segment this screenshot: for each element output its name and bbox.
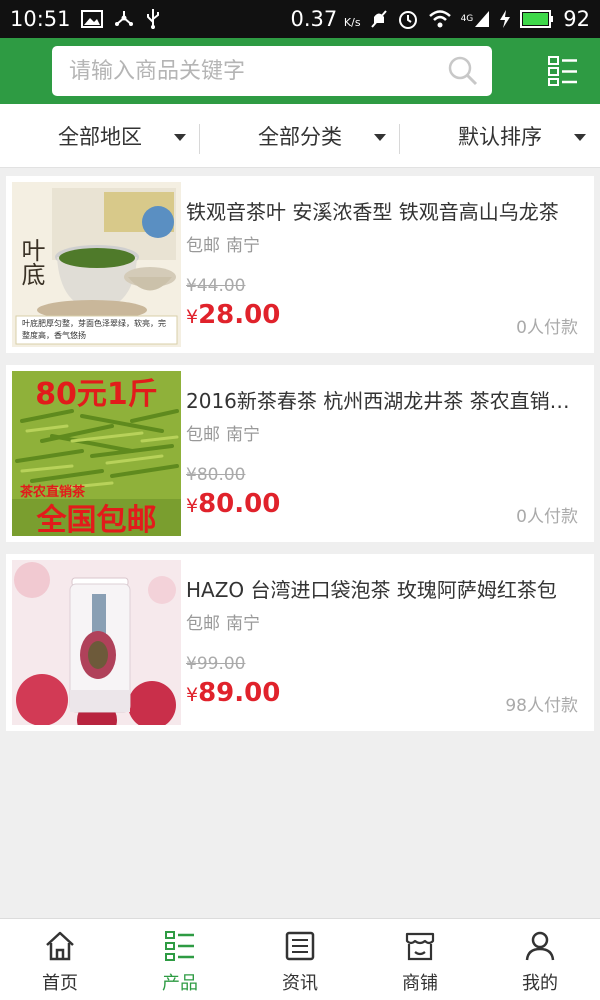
user-icon — [524, 929, 556, 963]
status-bar: 10:51 0.37 K/s 4G 92 — [0, 0, 600, 38]
sale-price: ¥89.00 — [186, 678, 280, 708]
net-speed-value: 0.37 — [290, 7, 338, 31]
tab-news[interactable]: 资讯 — [240, 919, 360, 1000]
battery-level: 92 — [563, 7, 590, 31]
sale-price: ¥28.00 — [186, 300, 280, 330]
bottom-tab-bar: 首页 产品 资讯 商铺 我的 — [0, 918, 600, 1000]
tab-news-label: 资讯 — [282, 973, 318, 994]
filter-bar: 全部地区 全部分类 默认排序 — [0, 104, 600, 168]
product-card[interactable]: 叶底 叶底肥厚匀整，芽面色泽翠绿，软亮，完整度高，香气悠扬 铁观音茶叶 安溪浓香… — [6, 176, 594, 353]
tab-profile[interactable]: 我的 — [480, 919, 600, 1000]
filter-region[interactable]: 全部地区 — [0, 104, 200, 167]
buyer-count: 0人付款 — [516, 318, 578, 338]
thumb-text: 叶底 — [17, 238, 45, 286]
search-input[interactable] — [69, 58, 429, 84]
wifi-icon — [428, 9, 452, 29]
gallery-icon — [80, 10, 103, 28]
signal-label: 4G — [460, 14, 474, 24]
app-header — [0, 38, 600, 104]
usb-icon — [145, 8, 161, 30]
shipping-label: 包邮 — [186, 236, 220, 256]
caret-down-icon — [374, 134, 386, 141]
share-icon — [113, 9, 135, 29]
filter-sort-label: 默认排序 — [458, 124, 542, 149]
tab-home[interactable]: 首页 — [0, 919, 120, 1000]
cellular-signal-icon: 4G — [461, 10, 491, 28]
product-name: 铁观音茶叶 安溪浓香型 铁观音高山乌龙茶 — [186, 200, 559, 224]
filter-region-label: 全部地区 — [58, 124, 142, 149]
shop-icon — [404, 929, 436, 963]
search-box[interactable] — [52, 46, 492, 96]
tab-products-label: 产品 — [162, 973, 198, 994]
news-icon — [284, 929, 316, 963]
mute-icon — [370, 9, 388, 29]
thumb-promo-top: 80元1斤 — [35, 377, 158, 412]
shipping-info: 包邮 南宁 — [186, 231, 260, 256]
buyer-count: 98人付款 — [505, 696, 578, 716]
alarm-icon — [397, 8, 419, 30]
shipping-info: 包邮 南宁 — [186, 420, 260, 445]
net-speed: 0.37 K/s — [290, 7, 360, 31]
battery-icon — [520, 10, 554, 28]
original-price: ¥80.00 — [186, 465, 246, 485]
product-image-tieguanyin: 叶底 叶底肥厚匀整，芽面色泽翠绿，软亮，完整度高，香气悠扬 — [12, 182, 181, 347]
product-name: 2016新茶春茶 杭州西湖龙井茶 茶农直销茶叶 — [186, 389, 582, 413]
product-card[interactable]: 80元1斤 茶农直销茶 全国包邮 2016新茶春茶 杭州西湖龙井茶 茶农直销茶叶… — [6, 365, 594, 542]
shipping-label: 包邮 — [186, 614, 220, 634]
charging-icon — [499, 9, 511, 29]
shipping-label: 包邮 — [186, 425, 220, 445]
tab-products[interactable]: 产品 — [120, 919, 240, 1000]
buyer-count: 0人付款 — [516, 507, 578, 527]
search-icon[interactable] — [448, 56, 478, 90]
net-speed-unit: K/s — [343, 16, 361, 29]
sale-price-value: 28.00 — [198, 300, 281, 330]
original-price: ¥44.00 — [186, 276, 246, 296]
tab-profile-label: 我的 — [522, 973, 558, 994]
sale-price-value: 89.00 — [198, 678, 281, 708]
filter-category[interactable]: 全部分类 — [200, 104, 400, 167]
product-list: 叶底 叶底肥厚匀整，芽面色泽翠绿，软亮，完整度高，香气悠扬 铁观音茶叶 安溪浓香… — [6, 176, 594, 743]
location-label: 南宁 — [226, 425, 260, 445]
location-label: 南宁 — [226, 236, 260, 256]
original-price: ¥99.00 — [186, 654, 246, 674]
shipping-info: 包邮 南宁 — [186, 609, 260, 634]
category-menu-icon[interactable] — [548, 56, 578, 90]
tab-shop[interactable]: 商铺 — [360, 919, 480, 1000]
currency-symbol: ¥ — [186, 495, 199, 517]
caret-down-icon — [574, 134, 586, 141]
product-list-icon — [164, 929, 196, 963]
tab-shop-label: 商铺 — [402, 973, 438, 994]
currency-symbol: ¥ — [186, 306, 199, 328]
caret-down-icon — [174, 134, 186, 141]
thumb-caption: 叶底肥厚匀整，芽面色泽翠绿，软亮，完整度高，香气悠扬 — [22, 319, 166, 340]
location-label: 南宁 — [226, 614, 260, 634]
sale-price: ¥80.00 — [186, 489, 280, 519]
thumb-promo-bottom: 全国包邮 — [36, 503, 157, 536]
currency-symbol: ¥ — [186, 684, 199, 706]
sale-price-value: 80.00 — [198, 489, 281, 519]
product-image-hazo-tea — [12, 560, 181, 725]
home-icon — [44, 929, 76, 963]
product-name: HAZO 台湾进口袋泡茶 玫瑰阿萨姆红茶包 — [186, 578, 557, 602]
filter-category-label: 全部分类 — [258, 124, 342, 149]
product-image-longjing: 80元1斤 茶农直销茶 全国包邮 — [12, 371, 181, 536]
tab-home-label: 首页 — [42, 973, 78, 994]
product-card[interactable]: HAZO 台湾进口袋泡茶 玫瑰阿萨姆红茶包 包邮 南宁 ¥99.00 ¥89.00… — [6, 554, 594, 731]
filter-sort[interactable]: 默认排序 — [400, 104, 600, 167]
status-time: 10:51 — [10, 7, 71, 31]
